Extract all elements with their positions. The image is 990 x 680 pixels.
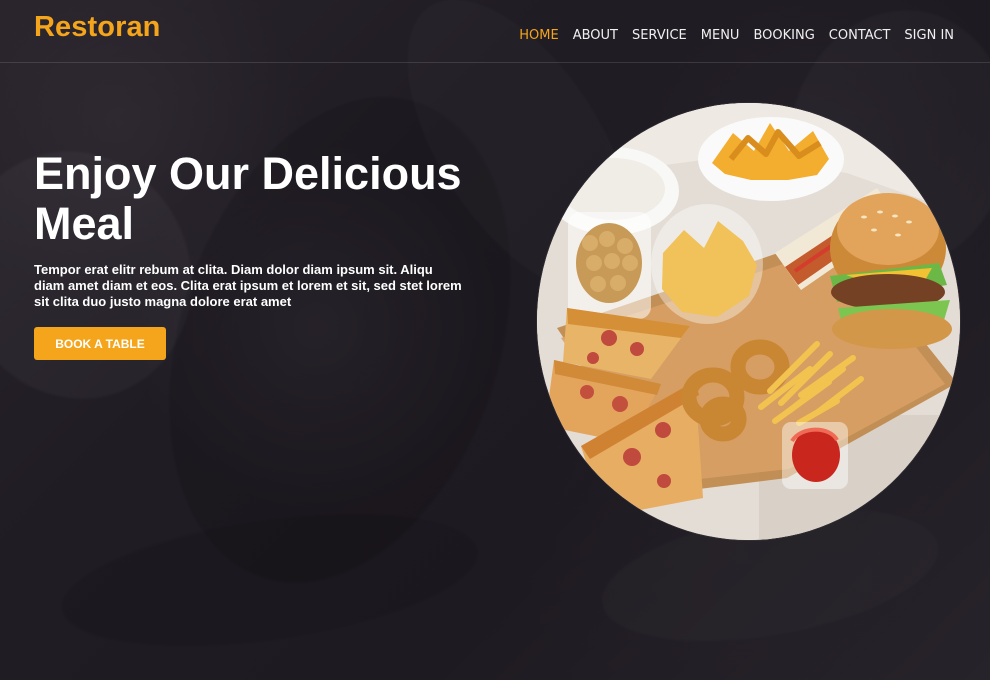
pepperoni <box>655 422 671 438</box>
pepperoni <box>601 330 617 346</box>
main-menu: HOME ABOUT SERVICE MENU BOOKING CONTACT … <box>519 28 954 44</box>
nav-item-about[interactable]: ABOUT <box>573 28 618 44</box>
pepperoni <box>587 352 599 364</box>
site-logo[interactable]: Restoran <box>34 10 161 44</box>
nav-item-service[interactable]: SERVICE <box>632 28 687 44</box>
nav-item-sign-in[interactable]: SIGN IN <box>904 28 954 44</box>
pepperoni <box>630 342 644 356</box>
nav-item-home[interactable]: HOME <box>519 28 558 44</box>
food-image <box>537 103 960 540</box>
top-navigation-bar: Restoran HOME ABOUT SERVICE MENU BOOKING… <box>0 0 990 63</box>
hero-title: Enjoy Our Delicious Meal <box>34 148 462 249</box>
pepperoni <box>580 385 594 399</box>
pepperoni <box>612 396 628 412</box>
pepperoni <box>623 448 641 466</box>
burger-bun-highlight <box>837 193 939 265</box>
burger-bottom-bun <box>832 309 952 349</box>
nav-item-menu[interactable]: MENU <box>701 28 740 44</box>
page: Restoran HOME ABOUT SERVICE MENU BOOKING… <box>0 0 990 680</box>
hero-description: Tempor erat elitr rebum at clita. Diam d… <box>34 262 462 309</box>
nav-item-contact[interactable]: CONTACT <box>829 28 891 44</box>
nav-item-booking[interactable]: BOOKING <box>753 28 814 44</box>
food-illustration <box>537 103 960 540</box>
pepperoni <box>657 474 671 488</box>
book-table-button[interactable]: BOOK A TABLE <box>34 327 166 360</box>
